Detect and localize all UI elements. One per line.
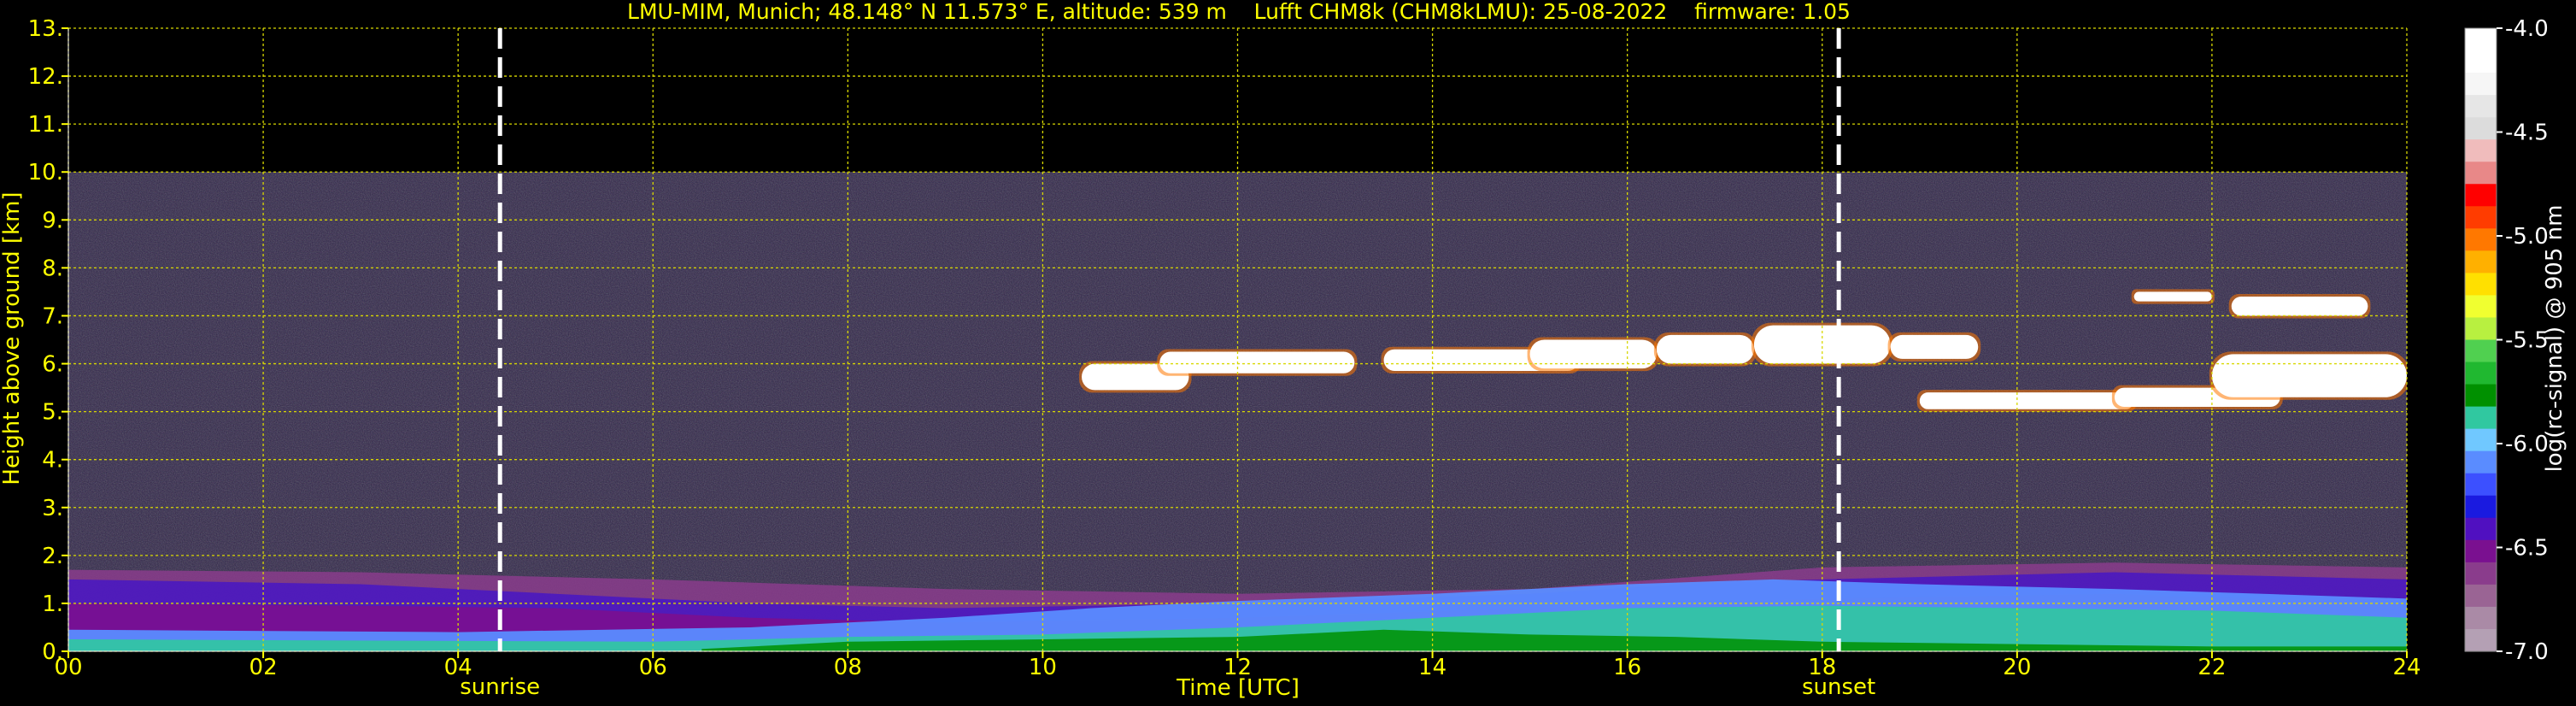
colorbar-segment [2465, 295, 2497, 319]
y-tick-label: 4. [42, 448, 63, 474]
colorbar-segment [2465, 406, 2497, 430]
cloud-j [2211, 354, 2407, 397]
colorbar-segment [2465, 162, 2497, 185]
colorbar-segment [2465, 139, 2497, 162]
colorbar-segment [2465, 539, 2497, 563]
ceilometer-figure: LMU-MIM, Munich; 48.148° N 11.573° E, al… [0, 0, 2567, 701]
cloud-e [1656, 334, 1754, 364]
colorbar-label: log(rc-signal) @ 905 nm [2542, 205, 2567, 473]
colorbar-tick-label: -4.0 [2505, 16, 2549, 42]
colorbar-segment [2465, 339, 2497, 363]
y-axis-label: Height above ground [km] [0, 191, 25, 485]
y-tick-label: 2. [42, 544, 63, 569]
colorbar-segment [2465, 517, 2497, 541]
cloud-g [1890, 334, 1979, 359]
colorbar-segment [2465, 606, 2497, 630]
y-tick-label: 13. [28, 16, 63, 42]
y-axis: 0. 1. 2. 3. 4. 5. 6. 7. 8. 9. 10. 11. 12. 13. [28, 16, 69, 665]
colorbar-segment [2465, 495, 2497, 519]
colorbar-segment [2465, 362, 2497, 385]
colorbar-tick-label: -4.5 [2505, 121, 2549, 146]
colorbar-segment [2465, 95, 2497, 118]
colorbar-segment [2465, 184, 2497, 207]
colorbar-segment [2465, 206, 2497, 229]
cloud-b [1159, 351, 1355, 374]
x-tick-label: 14 [1418, 655, 1446, 680]
cloud-h [1919, 392, 2134, 409]
y-tick-label: 10. [28, 160, 63, 185]
y-tick-label: 11. [28, 112, 63, 138]
colorbar: -4.0-4.5-5.0-5.5-6.0-6.5-7.0 [2464, 16, 2549, 665]
y-tick-label: 3. [42, 496, 63, 521]
y-tick-label: 1. [42, 591, 63, 617]
colorbar-segment [2465, 628, 2497, 652]
colorbar-segment [2465, 584, 2497, 608]
colorbar-segment [2465, 50, 2497, 74]
colorbar-segment [2465, 317, 2497, 341]
x-axis-label: Time [UTC] [1176, 675, 1300, 701]
colorbar-segment [2465, 473, 2497, 497]
y-tick-label: 12. [28, 64, 63, 90]
cloud-l [2231, 297, 2368, 316]
x-tick-label: 08 [834, 655, 862, 680]
colorbar-tick-label: -6.5 [2505, 536, 2549, 562]
x-tick-label: 18 [1808, 655, 1836, 680]
chart-title: LMU-MIM, Munich; 48.148° N 11.573° E, al… [627, 0, 1851, 24]
x-tick-label: 02 [249, 655, 278, 680]
colorbar-segment [2465, 228, 2497, 251]
colorbar-segment [2465, 28, 2497, 51]
colorbar-segment [2465, 73, 2497, 96]
y-tick-label: 7. [42, 303, 63, 329]
colorbar-segment [2465, 562, 2497, 585]
cloud-k [2133, 291, 2212, 302]
y-tick-label: 9. [42, 208, 63, 233]
x-tick-label: 16 [1613, 655, 1641, 680]
colorbar-segment [2465, 384, 2497, 408]
y-tick-label: 8. [42, 256, 63, 281]
y-tick-label: 0. [42, 639, 63, 665]
colorbar-segment [2465, 450, 2497, 474]
y-tick-label: 5. [42, 400, 63, 426]
x-tick-label: 22 [2198, 655, 2226, 680]
colorbar-segment [2465, 273, 2497, 297]
x-tick-label: 04 [444, 655, 472, 680]
x-tick-label: 20 [2003, 655, 2031, 680]
x-tick-label: 10 [1029, 655, 1057, 680]
x-tick-label: 06 [639, 655, 667, 680]
colorbar-segment [2465, 250, 2497, 274]
colorbar-segment [2465, 428, 2497, 452]
y-tick-label: 6. [42, 352, 63, 378]
x-tick-label: 24 [2392, 655, 2421, 680]
colorbar-tick-label: -7.0 [2505, 639, 2549, 665]
colorbar-segment [2465, 117, 2497, 140]
